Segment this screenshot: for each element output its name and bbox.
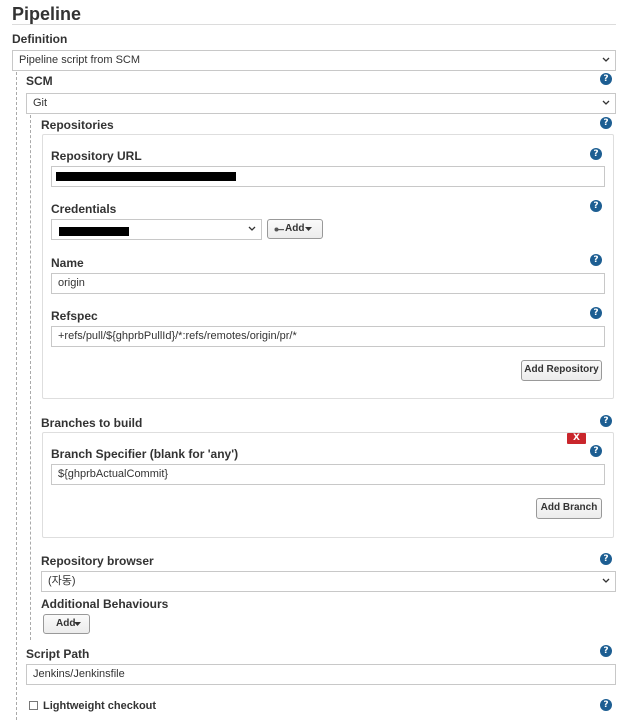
- refspec-label: Refspec: [51, 309, 98, 323]
- help-icon[interactable]: ?: [590, 148, 602, 160]
- branch-specifier-label: Branch Specifier (blank for 'any'): [51, 447, 239, 461]
- name-value: origin: [58, 277, 85, 289]
- help-icon[interactable]: ?: [590, 254, 602, 266]
- add-credentials-button[interactable]: Add: [267, 219, 323, 239]
- definition-select[interactable]: Pipeline script from SCM: [12, 50, 616, 71]
- script-path-label: Script Path: [26, 647, 90, 661]
- help-icon[interactable]: ?: [600, 415, 612, 427]
- scm-indent-line: [30, 115, 31, 640]
- redacted-url: [56, 172, 236, 181]
- repository-browser-value: (자동): [48, 575, 76, 587]
- help-icon[interactable]: ?: [590, 307, 602, 319]
- scm-value: Git: [33, 97, 48, 109]
- chevron-down-icon: [248, 226, 256, 231]
- repository-browser-select[interactable]: (자동): [41, 571, 616, 592]
- chevron-down-icon: [602, 578, 610, 583]
- title-divider: [12, 24, 616, 25]
- key-icon: [274, 227, 284, 232]
- redacted-credential: [59, 227, 129, 236]
- script-path-value: Jenkins/Jenkinsfile: [33, 668, 125, 680]
- repositories-label: Repositories: [41, 118, 114, 132]
- help-icon[interactable]: ?: [600, 117, 612, 129]
- caret-down-icon: [305, 227, 312, 231]
- help-icon[interactable]: ?: [590, 200, 602, 212]
- credentials-label: Credentials: [51, 202, 117, 216]
- scm-label: SCM: [26, 74, 53, 88]
- refspec-input[interactable]: +refs/pull/${ghprbPullId}/*:refs/remotes…: [51, 326, 605, 347]
- branches-label: Branches to build: [41, 416, 143, 430]
- credentials-select[interactable]: [51, 219, 262, 240]
- help-icon[interactable]: ?: [600, 73, 612, 85]
- definition-indent-line: [16, 72, 17, 720]
- scm-select[interactable]: Git: [26, 93, 616, 114]
- name-input[interactable]: origin: [51, 273, 605, 294]
- help-icon[interactable]: ?: [600, 699, 612, 711]
- additional-behaviours-label: Additional Behaviours: [41, 597, 169, 611]
- lightweight-checkout-label: Lightweight checkout: [43, 700, 157, 712]
- name-label: Name: [51, 256, 84, 270]
- help-icon[interactable]: ?: [600, 645, 612, 657]
- caret-down-icon: [74, 622, 81, 626]
- add-branch-button[interactable]: Add Branch: [536, 498, 602, 519]
- repository-url-label: Repository URL: [51, 149, 142, 163]
- repository-browser-label: Repository browser: [41, 554, 154, 568]
- add-repository-button[interactable]: Add Repository: [521, 360, 602, 381]
- add-credentials-label: Add: [285, 223, 305, 234]
- definition-value: Pipeline script from SCM: [19, 54, 141, 66]
- help-icon[interactable]: ?: [590, 445, 602, 457]
- delete-branch-button[interactable]: X: [567, 433, 586, 444]
- page-title: Pipeline: [12, 4, 82, 24]
- definition-label: Definition: [12, 32, 68, 46]
- repository-url-input[interactable]: [51, 166, 605, 187]
- add-behaviour-button[interactable]: Add: [43, 614, 90, 634]
- script-path-input[interactable]: Jenkins/Jenkinsfile: [26, 664, 616, 685]
- lightweight-checkout-checkbox[interactable]: [29, 701, 38, 710]
- branch-specifier-value: ${ghprbActualCommit}: [58, 468, 169, 480]
- chevron-down-icon: [602, 100, 610, 105]
- branch-specifier-input[interactable]: ${ghprbActualCommit}: [51, 464, 605, 485]
- refspec-value: +refs/pull/${ghprbPullId}/*:refs/remotes…: [58, 330, 297, 342]
- help-icon[interactable]: ?: [600, 553, 612, 565]
- chevron-down-icon: [602, 57, 610, 62]
- add-behaviour-label: Add: [56, 618, 76, 629]
